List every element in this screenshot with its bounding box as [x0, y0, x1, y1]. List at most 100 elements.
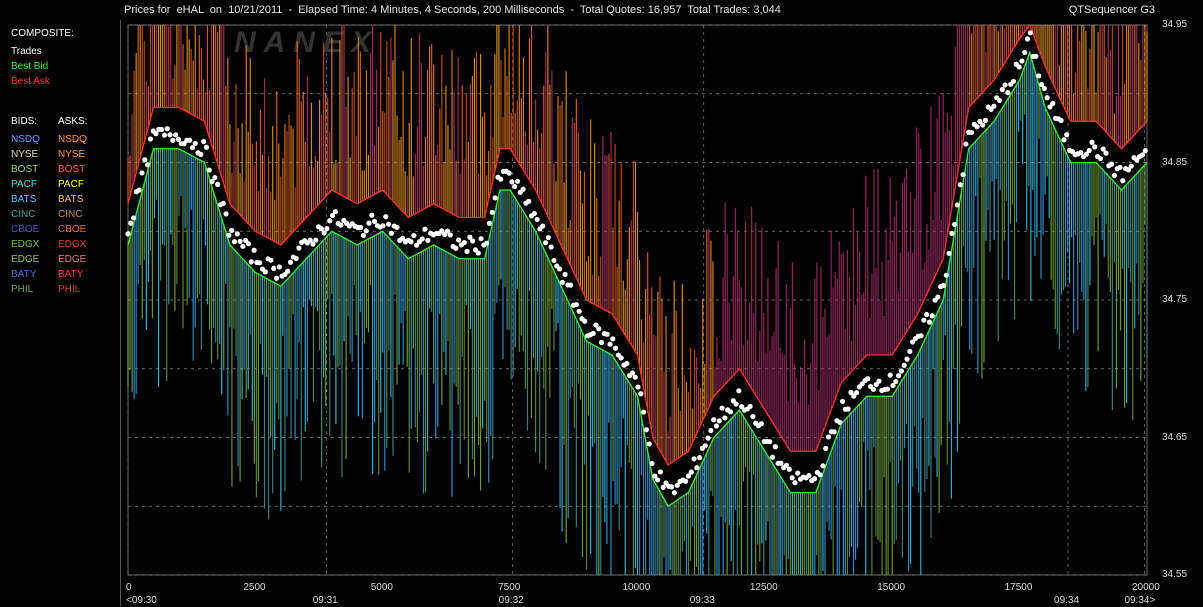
trade-point [1103, 150, 1109, 156]
trade-point [1064, 132, 1070, 138]
trade-point [327, 218, 333, 224]
trade-point [1097, 156, 1103, 162]
trade-point [733, 401, 739, 407]
trade-point [716, 418, 722, 424]
trade-point [957, 182, 963, 188]
trade-point [968, 129, 975, 136]
legend-bids-header: BIDS: [11, 116, 38, 127]
x-tick-label: 5000 [370, 582, 393, 593]
trade-point [1089, 139, 1095, 145]
trade-point [643, 427, 650, 433]
trade-point [624, 360, 630, 367]
trade-point [853, 390, 860, 396]
trade-point [786, 466, 792, 472]
trade-point [486, 220, 493, 226]
trade-point [683, 478, 689, 484]
legend-ask-bats: BATS [58, 194, 84, 205]
trade-point [823, 445, 829, 452]
trade-point [531, 210, 537, 217]
trade-point [655, 477, 661, 483]
trade-point [767, 439, 773, 445]
trade-point [206, 167, 212, 173]
trade-point [251, 247, 257, 253]
trade-point [422, 226, 428, 232]
trade-point [999, 86, 1005, 93]
trade-point [865, 376, 871, 382]
trade-point [332, 209, 338, 215]
trade-point [136, 187, 142, 193]
trade-dots [125, 30, 1148, 496]
legend-best-bid: Best Bid [11, 61, 49, 72]
trade-point [271, 265, 277, 271]
trade-point [388, 230, 395, 236]
trade-point [921, 317, 927, 323]
trade-point [296, 245, 302, 251]
trade-point [475, 250, 481, 256]
trade-point [419, 236, 425, 242]
trade-point [484, 240, 490, 246]
trade-point [215, 181, 221, 187]
trade-point [313, 237, 319, 243]
trade-point [991, 103, 997, 109]
trade-point [618, 355, 624, 361]
time-label: <09:30 [126, 595, 157, 606]
trade-point [772, 444, 778, 450]
trade-point [189, 145, 196, 151]
y-tick-label: 34.65 [1162, 431, 1188, 443]
legend-ask-pacf: PACF [58, 179, 84, 190]
trade-point [203, 144, 210, 150]
trade-point [638, 391, 644, 397]
trade-point [147, 136, 154, 142]
trade-point [229, 227, 235, 234]
x-tick-label: 17500 [1004, 582, 1033, 593]
trade-point [736, 388, 742, 394]
time-label: 09:33 [689, 595, 715, 606]
legend-ask-bost: BOST [58, 164, 86, 175]
x-tick-label: 10000 [622, 582, 651, 593]
trade-point [884, 386, 891, 392]
trade-point [1036, 73, 1042, 79]
trade-point [898, 368, 905, 374]
trade-point [411, 232, 417, 239]
trade-point [324, 226, 330, 232]
legend-ask-edge: EDGE [58, 254, 87, 265]
trade-point [719, 405, 725, 411]
trade-point [750, 413, 756, 420]
title-bar: Prices for eHAL on 10/21/2011 - Elapsed … [0, 0, 1203, 20]
watermark: NANEX [234, 26, 379, 59]
trade-point [425, 237, 431, 243]
trade-point [489, 209, 495, 215]
trade-point [248, 259, 254, 265]
trade-point [447, 232, 453, 238]
price-chart[interactable]: NANEX [124, 20, 1203, 582]
trade-point [187, 137, 193, 143]
trade-point [545, 234, 551, 241]
trade-point [125, 231, 131, 237]
trade-point [839, 398, 846, 404]
trade-point [386, 221, 392, 227]
trade-point [831, 429, 837, 435]
trade-point [161, 132, 168, 138]
legend-trades: Trades [11, 46, 42, 57]
trade-point [366, 220, 372, 226]
x-tick-label: 20000 [1132, 582, 1160, 593]
legend-best-ask: Best Ask [11, 76, 50, 87]
trade-point [952, 221, 958, 228]
trade-point [371, 218, 378, 225]
y-tick-label: 34.75 [1162, 294, 1188, 305]
trade-point [1061, 137, 1067, 143]
trade-point [904, 356, 910, 362]
trade-point [632, 374, 638, 380]
trade-point [492, 195, 498, 201]
legend-ask-edgx: EDGX [58, 239, 87, 250]
trade-point [262, 269, 268, 275]
trade-point [907, 348, 913, 355]
chart-title: Prices for eHAL on 10/21/2011 - Elapsed … [124, 4, 781, 16]
trade-point [817, 472, 823, 478]
trade-point [1092, 144, 1098, 150]
trade-point [170, 137, 176, 143]
trade-point [383, 214, 389, 220]
trade-point [708, 427, 714, 434]
trade-point [792, 480, 798, 486]
trade-point [198, 151, 204, 157]
